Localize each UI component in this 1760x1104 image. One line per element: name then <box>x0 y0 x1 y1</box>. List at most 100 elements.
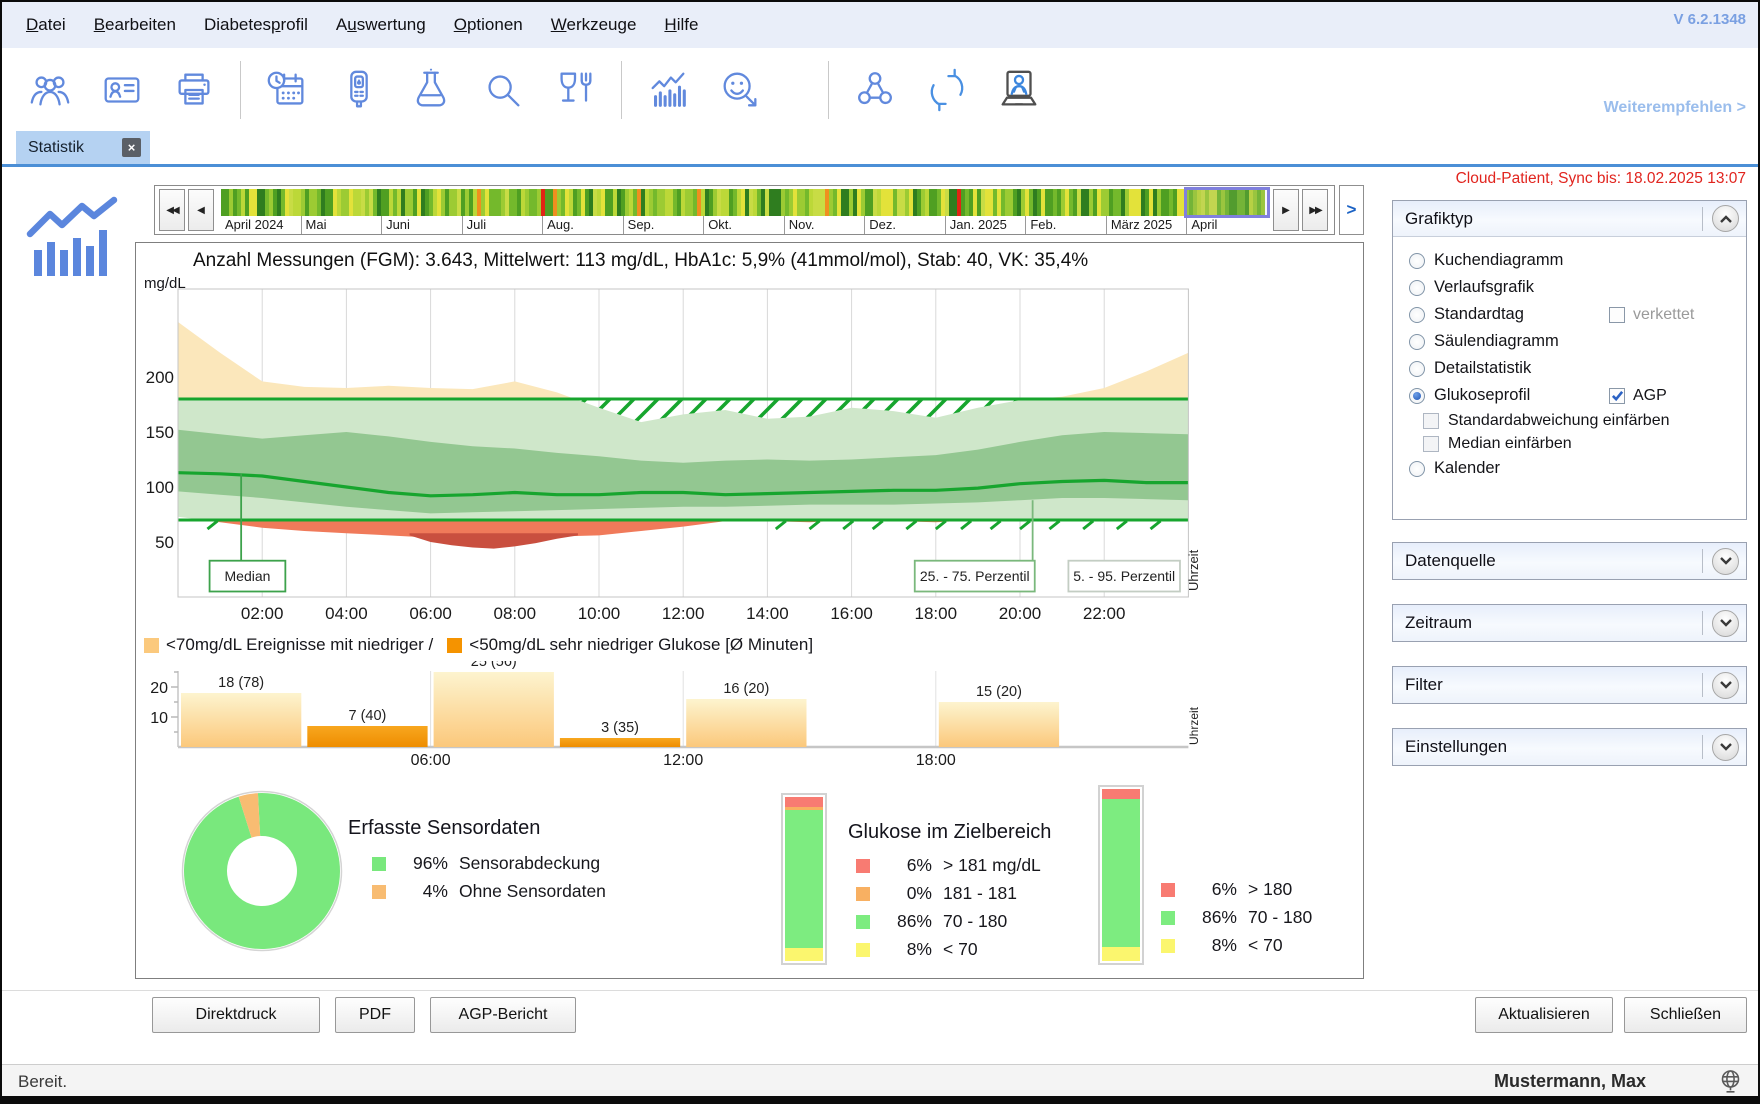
patients-group-button[interactable] <box>20 60 80 120</box>
radio-unchecked[interactable] <box>1409 280 1425 296</box>
radio-checked[interactable] <box>1409 388 1425 404</box>
nutrition-button[interactable] <box>545 60 605 120</box>
id-card-button[interactable] <box>92 60 152 120</box>
statistics-button[interactable] <box>638 60 698 120</box>
menu-item-diabetesprofil[interactable]: Diabetesprofil <box>190 11 322 39</box>
hypo-legend-item: <50mg/dL sehr niedriger Glukose [Ø Minut… <box>447 635 813 655</box>
legend-swatch <box>1161 939 1175 953</box>
legend-label: > 181 mg/dL <box>943 855 1041 876</box>
tab-close-icon[interactable]: × <box>122 138 141 157</box>
option-median-einf-rben[interactable]: Median einfärben <box>1423 432 1740 455</box>
printer-button[interactable] <box>164 60 224 120</box>
timeline-month-juli[interactable]: Juli <box>462 216 543 234</box>
timeline-prev-button[interactable]: ◀ <box>188 189 214 231</box>
panel-title: Datenquelle <box>1405 551 1496 571</box>
timeline-month-nov[interactable]: Nov. <box>784 216 865 234</box>
statistics-panel: Anzahl Messungen (FGM): 3.643, Mittelwer… <box>135 242 1364 979</box>
aktualisieren-button[interactable]: Aktualisieren <box>1475 997 1613 1033</box>
share-network-button[interactable] <box>845 60 905 120</box>
panel-einstellungen-header[interactable]: Einstellungen <box>1393 729 1746 765</box>
radio-unchecked[interactable] <box>1409 461 1425 477</box>
option-s-ulendiagramm[interactable]: Säulendiagramm <box>1399 328 1740 355</box>
timeline-next-button[interactable]: ▶ <box>1273 189 1299 231</box>
lab-flask-button[interactable] <box>401 60 461 120</box>
checkbox-checked[interactable] <box>1609 388 1625 404</box>
timeline-month-m-rz-2025[interactable]: März 2025 <box>1106 216 1187 234</box>
tir-bar-2 <box>1098 785 1144 965</box>
timeline-strip[interactable] <box>221 189 1267 216</box>
menu-item-werkzeuge[interactable]: Werkzeuge <box>537 11 651 39</box>
svg-text:100: 100 <box>146 478 174 497</box>
timeline-month-mai[interactable]: Mai <box>301 216 382 234</box>
tab-statistik[interactable]: Statistik × <box>16 131 150 164</box>
expand-down-icon[interactable] <box>1712 548 1739 575</box>
checkbox-unchecked[interactable] <box>1423 436 1439 452</box>
timeline-month-jan-2025[interactable]: Jan. 2025 <box>945 216 1026 234</box>
timeline-month-april-2024[interactable]: April 2024 <box>221 216 301 234</box>
menu-item-datei[interactable]: Datei <box>12 11 80 39</box>
timeline-month-sep[interactable]: Sep. <box>623 216 704 234</box>
timeline-month-april[interactable]: April <box>1186 216 1267 234</box>
expand-down-icon[interactable] <box>1712 610 1739 637</box>
option-standardtag[interactable]: Standardtagverkettet <box>1399 301 1740 328</box>
legend-percent: 8% <box>1187 935 1237 956</box>
smiley-export-button[interactable] <box>710 60 770 120</box>
panel-title: Zeitraum <box>1405 613 1472 633</box>
option-detailstatistik[interactable]: Detailstatistik <box>1399 355 1740 382</box>
svg-text:Median: Median <box>225 568 271 584</box>
tir-segment <box>785 797 823 807</box>
statistics-page-icon <box>24 194 120 283</box>
timeline-month-aug[interactable]: Aug. <box>542 216 623 234</box>
timeline-month-okt[interactable]: Okt. <box>703 216 784 234</box>
radio-unchecked[interactable] <box>1409 334 1425 350</box>
content-divider <box>2 990 1758 991</box>
expand-down-icon[interactable] <box>1712 734 1739 761</box>
radio-unchecked[interactable] <box>1409 307 1425 323</box>
printer-icon <box>171 67 217 113</box>
option-standardabweichung-einf-rben[interactable]: Standardabweichung einfärben <box>1423 409 1740 432</box>
panel-grafiktyp: Grafiktyp KuchendiagrammVerlaufsgrafikSt… <box>1392 200 1747 520</box>
radio-unchecked[interactable] <box>1409 253 1425 269</box>
menu-item-bearbeiten[interactable]: Bearbeiten <box>80 11 190 39</box>
diary-calendar-button[interactable] <box>257 60 317 120</box>
option-verlaufsgrafik[interactable]: Verlaufsgrafik <box>1399 274 1740 301</box>
timeline-first-button[interactable]: ◀◀ <box>159 189 185 231</box>
expand-down-icon[interactable] <box>1712 672 1739 699</box>
panel-header-separator <box>1702 735 1703 759</box>
panel-datenquelle-header[interactable]: Datenquelle <box>1393 543 1746 579</box>
option-agp[interactable]: AGP <box>1609 387 1667 405</box>
agp-bericht-button[interactable]: AGP-Bericht <box>430 997 576 1033</box>
hypo-bar <box>686 699 806 747</box>
option-kuchendiagramm[interactable]: Kuchendiagramm <box>1399 247 1740 274</box>
menu-item-auswertung[interactable]: Auswertung <box>322 11 440 39</box>
pdf-button[interactable]: PDF <box>335 997 415 1033</box>
menu-item-optionen[interactable]: Optionen <box>440 11 537 39</box>
timeline-month-feb[interactable]: Feb. <box>1025 216 1106 234</box>
option-kalender[interactable]: Kalender <box>1399 455 1740 482</box>
panel-title: Filter <box>1405 675 1443 695</box>
timeline-expand-button[interactable]: > <box>1339 185 1364 235</box>
schliessen-button[interactable]: Schließen <box>1624 997 1747 1033</box>
telemedicine-button[interactable] <box>989 60 1049 120</box>
sensor-legend: 96%Sensorabdeckung4%Ohne Sensordaten <box>372 853 606 902</box>
checkbox-unchecked[interactable] <box>1423 413 1439 429</box>
timeline-month-juni[interactable]: Juni <box>381 216 462 234</box>
collapse-up-icon[interactable] <box>1712 205 1739 232</box>
search-button[interactable] <box>473 60 533 120</box>
glucose-meter-button[interactable] <box>329 60 389 120</box>
chart-title: Anzahl Messungen (FGM): 3.643, Mittelwer… <box>193 250 1088 272</box>
panel-header-separator <box>1702 673 1703 697</box>
sync-button[interactable] <box>917 60 977 120</box>
svg-text:Uhrzeit: Uhrzeit <box>1187 706 1201 745</box>
referral-link[interactable]: Weiterempfehlen > <box>1604 99 1746 117</box>
panel-zeitraum-header[interactable]: Zeitraum <box>1393 605 1746 641</box>
direktdruck-button[interactable]: Direktdruck <box>152 997 320 1033</box>
radio-unchecked[interactable] <box>1409 361 1425 377</box>
timeline-month-dez[interactable]: Dez. <box>864 216 945 234</box>
menu-item-hilfe[interactable]: Hilfe <box>650 11 712 39</box>
timeline-last-button[interactable]: ▶▶ <box>1302 189 1328 231</box>
option-glukoseprofil[interactable]: GlukoseprofilAGP <box>1399 382 1740 409</box>
panel-grafiktyp-header[interactable]: Grafiktyp <box>1393 201 1746 237</box>
panel-filter-header[interactable]: Filter <box>1393 667 1746 703</box>
legend-label: Sensorabdeckung <box>459 853 606 874</box>
